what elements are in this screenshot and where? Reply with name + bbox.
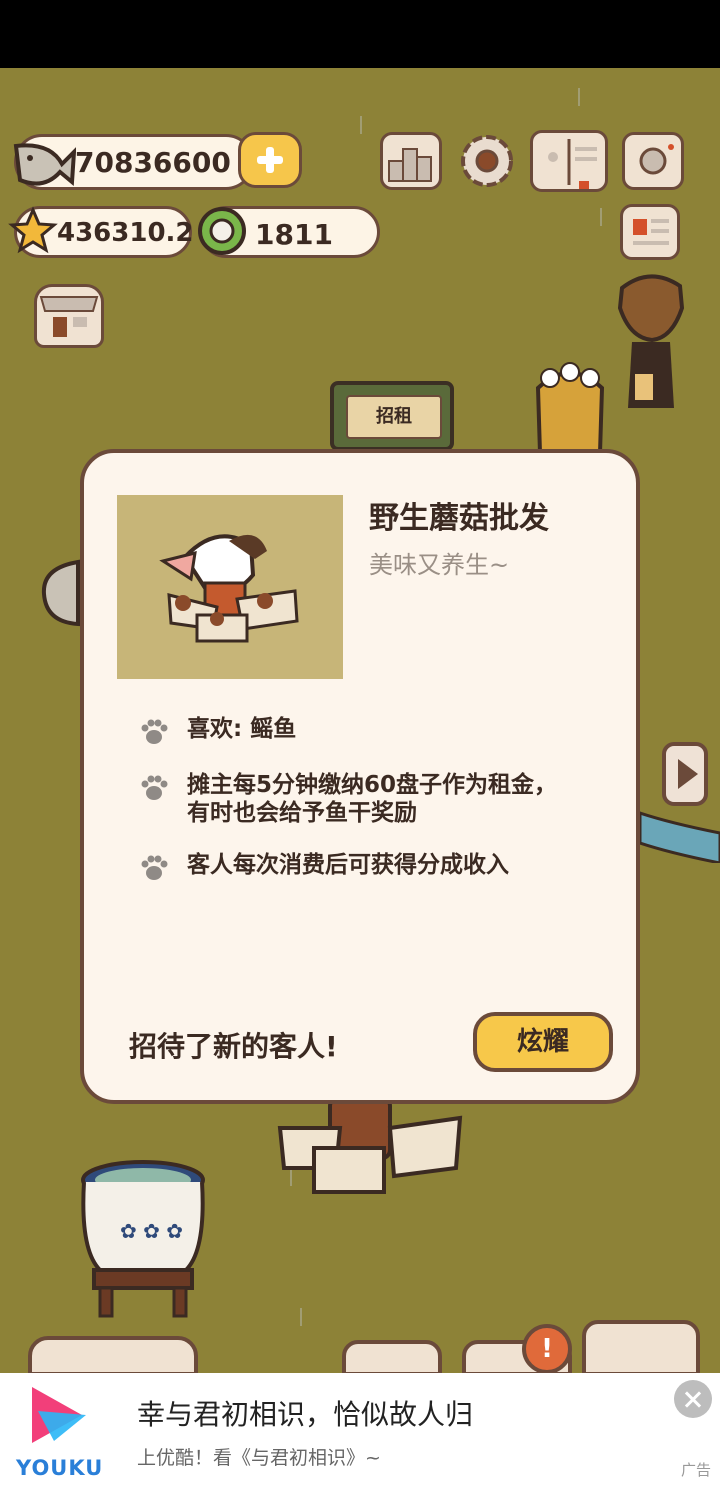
- settings-button[interactable]: [456, 132, 518, 190]
- rental-sign[interactable]: 招租: [330, 381, 454, 451]
- svg-text:✿ ✿ ✿: ✿ ✿ ✿: [120, 1219, 183, 1243]
- bottom-menu-button[interactable]: [28, 1336, 198, 1373]
- stall-illustration: [117, 495, 343, 679]
- ad-tag: 广告: [681, 1461, 712, 1479]
- next-area-arrow-button[interactable]: [662, 742, 708, 806]
- coin-count: 1811: [255, 218, 333, 251]
- dog-npc[interactable]: [612, 268, 692, 418]
- stall-tagline: 美味又养生~: [369, 551, 510, 579]
- ad-subtitle: 上优酷！看《与君初相识》~: [137, 1447, 381, 1469]
- camera-button[interactable]: [622, 132, 684, 190]
- feature-revenue-share: 客人每次消费后可获得分成收入: [187, 852, 509, 878]
- rain-drop: [600, 208, 602, 226]
- stall-name: 野生蘑菇批发: [369, 501, 549, 536]
- rain-drop: [300, 1308, 302, 1326]
- ranking-icon: [388, 148, 432, 182]
- youku-brand-text: YOUKU: [16, 1456, 104, 1480]
- guide-book-button[interactable]: [530, 130, 608, 192]
- new-guest-message: 招待了新的客人!: [129, 1030, 338, 1063]
- show-off-button[interactable]: 炫耀: [473, 1012, 613, 1072]
- ad-banner[interactable]: YOUKU 幸与君初相识，恰似故人归 上优酷！看《与君初相识》~ 广告: [0, 1373, 720, 1485]
- profile-card-button[interactable]: [620, 204, 680, 260]
- add-fish-button[interactable]: [238, 132, 302, 188]
- settings-gear-icon: [461, 135, 513, 187]
- stall-info-dialog: 野生蘑菇批发 美味又养生~ 喜欢: 鳐鱼 摊主每5分钟缴纳60盘子作为租金， 有…: [80, 449, 640, 1104]
- mushroom-vendor-image: [159, 534, 299, 643]
- coin-icon: [198, 207, 246, 255]
- fish-icon: [13, 143, 76, 187]
- rain-drop: [360, 116, 362, 134]
- ad-title[interactable]: 幸与君初相识，恰似故人归: [137, 1393, 473, 1433]
- bottom-menu-button[interactable]: [582, 1320, 700, 1373]
- youku-logo-icon: [32, 1387, 86, 1443]
- rock-shape: [41, 559, 80, 627]
- shop-icon: [39, 296, 99, 337]
- mushroom-stall[interactable]: [270, 1088, 470, 1198]
- alert-badge-icon: !: [522, 1324, 572, 1373]
- fish-count: 70836600: [75, 146, 231, 179]
- star-count: 436310.2: [57, 218, 194, 248]
- cat-npc[interactable]: [520, 358, 620, 458]
- paw-icon: [141, 855, 168, 880]
- shop-button[interactable]: [34, 284, 104, 348]
- paw-icon: [141, 719, 168, 744]
- water-jar[interactable]: ✿ ✿ ✿: [80, 1160, 210, 1320]
- book-icon: [548, 139, 597, 191]
- feature-rent-line-1: 摊主每5分钟缴纳60盘子作为租金，: [187, 772, 558, 798]
- river-strip: [640, 811, 720, 863]
- feature-likes: 喜欢: 鳐鱼: [187, 716, 297, 742]
- ranking-button[interactable]: [380, 132, 442, 190]
- camera-icon: [639, 144, 674, 175]
- paw-icon: [141, 775, 168, 800]
- rain-drop: [578, 88, 580, 106]
- rental-sign-label: 招租: [346, 395, 442, 439]
- bottom-menu-button[interactable]: [342, 1340, 442, 1373]
- ad-close-button[interactable]: [674, 1380, 712, 1418]
- star-icon: [8, 206, 58, 254]
- status-bar: [0, 0, 720, 68]
- feature-rent-line-2: 有时也会给予鱼干奖励: [187, 800, 417, 826]
- id-card-icon: [633, 219, 669, 245]
